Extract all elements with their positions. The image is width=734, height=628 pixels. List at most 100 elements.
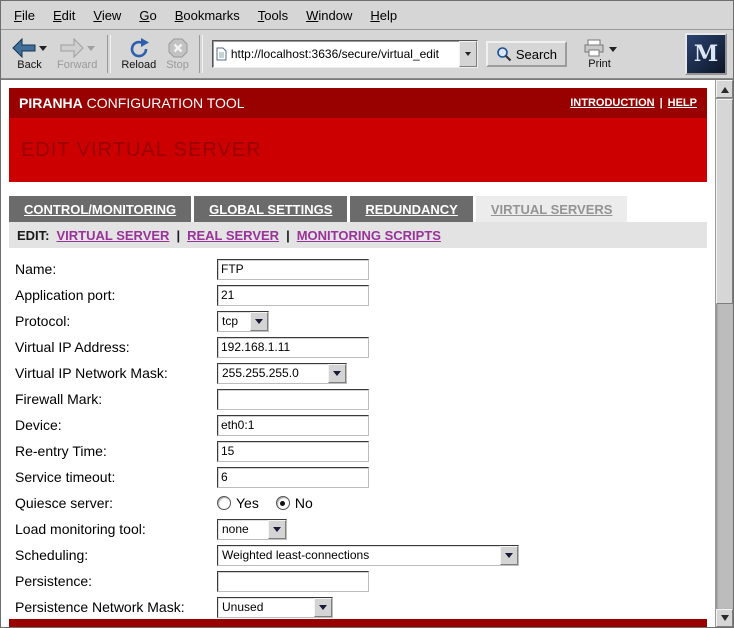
quiesce-yes-radio[interactable] bbox=[217, 496, 231, 510]
printer-icon bbox=[582, 39, 606, 57]
piranha-page: PIRANHA CONFIGURATION TOOL INTRODUCTION … bbox=[1, 80, 715, 627]
menu-window[interactable]: Window bbox=[297, 3, 361, 28]
reentry-time-label: Re-entry Time: bbox=[15, 443, 217, 459]
scheduling-label: Scheduling: bbox=[15, 547, 217, 563]
menu-go[interactable]: Go bbox=[130, 3, 165, 28]
header-link-separator: | bbox=[660, 97, 663, 109]
scroll-down-button[interactable] bbox=[716, 609, 733, 627]
stop-icon bbox=[168, 38, 188, 58]
dropdown-button[interactable] bbox=[268, 520, 286, 539]
virtual-ip-label: Virtual IP Address: bbox=[15, 339, 217, 355]
subnav-separator: | bbox=[176, 228, 180, 243]
mozilla-m-icon: M bbox=[694, 41, 718, 67]
protocol-value: tcp bbox=[218, 312, 250, 331]
dropdown-button[interactable] bbox=[314, 598, 332, 617]
toolbar-separator bbox=[199, 35, 203, 73]
vertical-scrollbar[interactable] bbox=[715, 80, 733, 627]
name-input[interactable] bbox=[217, 259, 369, 280]
page-header-bar: PIRANHA CONFIGURATION TOOL INTRODUCTION … bbox=[9, 88, 707, 118]
scrollbar-thumb[interactable] bbox=[716, 99, 733, 304]
subnav-link-real-server[interactable]: REAL SERVER bbox=[187, 228, 279, 243]
url-input[interactable] bbox=[229, 47, 459, 61]
name-label: Name: bbox=[15, 261, 217, 277]
load-monitoring-label: Load monitoring tool: bbox=[15, 521, 217, 537]
back-button[interactable]: Back bbox=[7, 31, 52, 77]
forward-label: Forward bbox=[57, 59, 97, 71]
subnav-link-virtual-server[interactable]: VIRTUAL SERVER bbox=[57, 228, 170, 243]
protocol-select[interactable]: tcp bbox=[217, 311, 269, 332]
subnav-link-monitoring-scripts[interactable]: MONITORING SCRIPTS bbox=[297, 228, 441, 243]
quiesce-no-radio[interactable] bbox=[276, 496, 290, 510]
tab-virtual-servers[interactable]: VIRTUAL SERVERS bbox=[476, 196, 628, 222]
application-port-input[interactable] bbox=[217, 285, 369, 306]
title-band: EDIT VIRTUAL SERVER bbox=[9, 118, 707, 182]
back-arrow-icon bbox=[12, 38, 36, 58]
tab-global-settings[interactable]: GLOBAL SETTINGS bbox=[194, 196, 347, 222]
search-button[interactable]: Search bbox=[486, 41, 567, 67]
virtual-ip-mask-select[interactable]: 255.255.255.0 bbox=[217, 363, 347, 384]
mozilla-logo[interactable]: M bbox=[685, 33, 727, 75]
chevron-down-icon bbox=[319, 605, 327, 614]
reentry-time-input[interactable] bbox=[217, 441, 369, 462]
back-dropdown-icon[interactable] bbox=[39, 46, 47, 55]
dropdown-button[interactable] bbox=[500, 546, 518, 565]
print-dropdown-icon[interactable] bbox=[609, 47, 617, 56]
menu-file[interactable]: File bbox=[5, 3, 44, 28]
page-title: EDIT VIRTUAL SERVER bbox=[21, 139, 262, 162]
chevron-down-icon bbox=[465, 52, 471, 59]
persistence-input[interactable] bbox=[217, 571, 369, 592]
form-row-scheduling: Scheduling: Weighted least-connections bbox=[9, 542, 707, 568]
form-row-port: Application port: bbox=[9, 282, 707, 308]
scheduling-value: Weighted least-connections bbox=[218, 546, 500, 565]
stop-button[interactable]: Stop bbox=[161, 31, 194, 77]
form-row-firewall-mark: Firewall Mark: bbox=[9, 386, 707, 412]
menu-tools[interactable]: Tools bbox=[249, 3, 297, 28]
menu-bookmarks[interactable]: Bookmarks bbox=[166, 3, 249, 28]
scheduling-select[interactable]: Weighted least-connections bbox=[217, 545, 519, 566]
firewall-mark-input[interactable] bbox=[217, 389, 369, 410]
subnav-separator: | bbox=[286, 228, 290, 243]
service-timeout-input[interactable] bbox=[217, 467, 369, 488]
device-input[interactable] bbox=[217, 415, 369, 436]
load-monitoring-value: none bbox=[218, 520, 268, 539]
dropdown-button[interactable] bbox=[250, 312, 268, 331]
stop-label: Stop bbox=[166, 59, 189, 71]
print-button[interactable]: Print bbox=[577, 31, 622, 77]
forward-button[interactable]: Forward bbox=[52, 31, 102, 77]
tab-control-monitoring[interactable]: CONTROL/MONITORING bbox=[9, 196, 191, 222]
form-row-protocol: Protocol: tcp bbox=[9, 308, 707, 334]
quiesce-no-label: No bbox=[295, 495, 313, 511]
form-row-persistence-mask: Persistence Network Mask: Unused bbox=[9, 594, 707, 620]
virtual-ip-mask-label: Virtual IP Network Mask: bbox=[15, 365, 217, 381]
persistence-label: Persistence: bbox=[15, 573, 217, 589]
navigation-toolbar: Back Forward Reload Stop bbox=[1, 30, 733, 79]
url-dropdown-button[interactable] bbox=[459, 41, 477, 67]
reload-button[interactable]: Reload bbox=[116, 31, 161, 77]
persistence-mask-select[interactable]: Unused bbox=[217, 597, 333, 618]
service-timeout-label: Service timeout: bbox=[15, 469, 217, 485]
form-row-timeout: Service timeout: bbox=[9, 464, 707, 490]
dropdown-button[interactable] bbox=[328, 364, 346, 383]
menu-edit[interactable]: Edit bbox=[44, 3, 84, 28]
browser-content: PIRANHA CONFIGURATION TOOL INTRODUCTION … bbox=[1, 79, 733, 627]
app-title: PIRANHA CONFIGURATION TOOL bbox=[19, 95, 245, 111]
scrollbar-track[interactable] bbox=[716, 98, 733, 609]
edit-subnav: EDIT: VIRTUAL SERVER | REAL SERVER | MON… bbox=[9, 222, 707, 248]
protocol-label: Protocol: bbox=[15, 313, 217, 329]
load-monitoring-select[interactable]: none bbox=[217, 519, 287, 540]
search-icon bbox=[496, 46, 512, 62]
menu-bar: File Edit View Go Bookmarks Tools Window… bbox=[1, 1, 733, 30]
help-link[interactable]: HELP bbox=[668, 97, 697, 109]
menu-help[interactable]: Help bbox=[361, 3, 406, 28]
menu-view[interactable]: View bbox=[84, 3, 130, 28]
persistence-mask-label: Persistence Network Mask: bbox=[15, 599, 217, 615]
form-row-name: Name: bbox=[9, 256, 707, 282]
introduction-link[interactable]: INTRODUCTION bbox=[570, 97, 654, 109]
tab-redundancy[interactable]: REDUNDANCY bbox=[350, 196, 472, 222]
virtual-ip-mask-value: 255.255.255.0 bbox=[218, 364, 328, 383]
scroll-up-button[interactable] bbox=[716, 80, 733, 98]
virtual-ip-input[interactable] bbox=[217, 337, 369, 358]
url-bar[interactable] bbox=[212, 40, 478, 68]
reload-label: Reload bbox=[121, 59, 156, 71]
forward-dropdown-icon[interactable] bbox=[87, 46, 95, 55]
